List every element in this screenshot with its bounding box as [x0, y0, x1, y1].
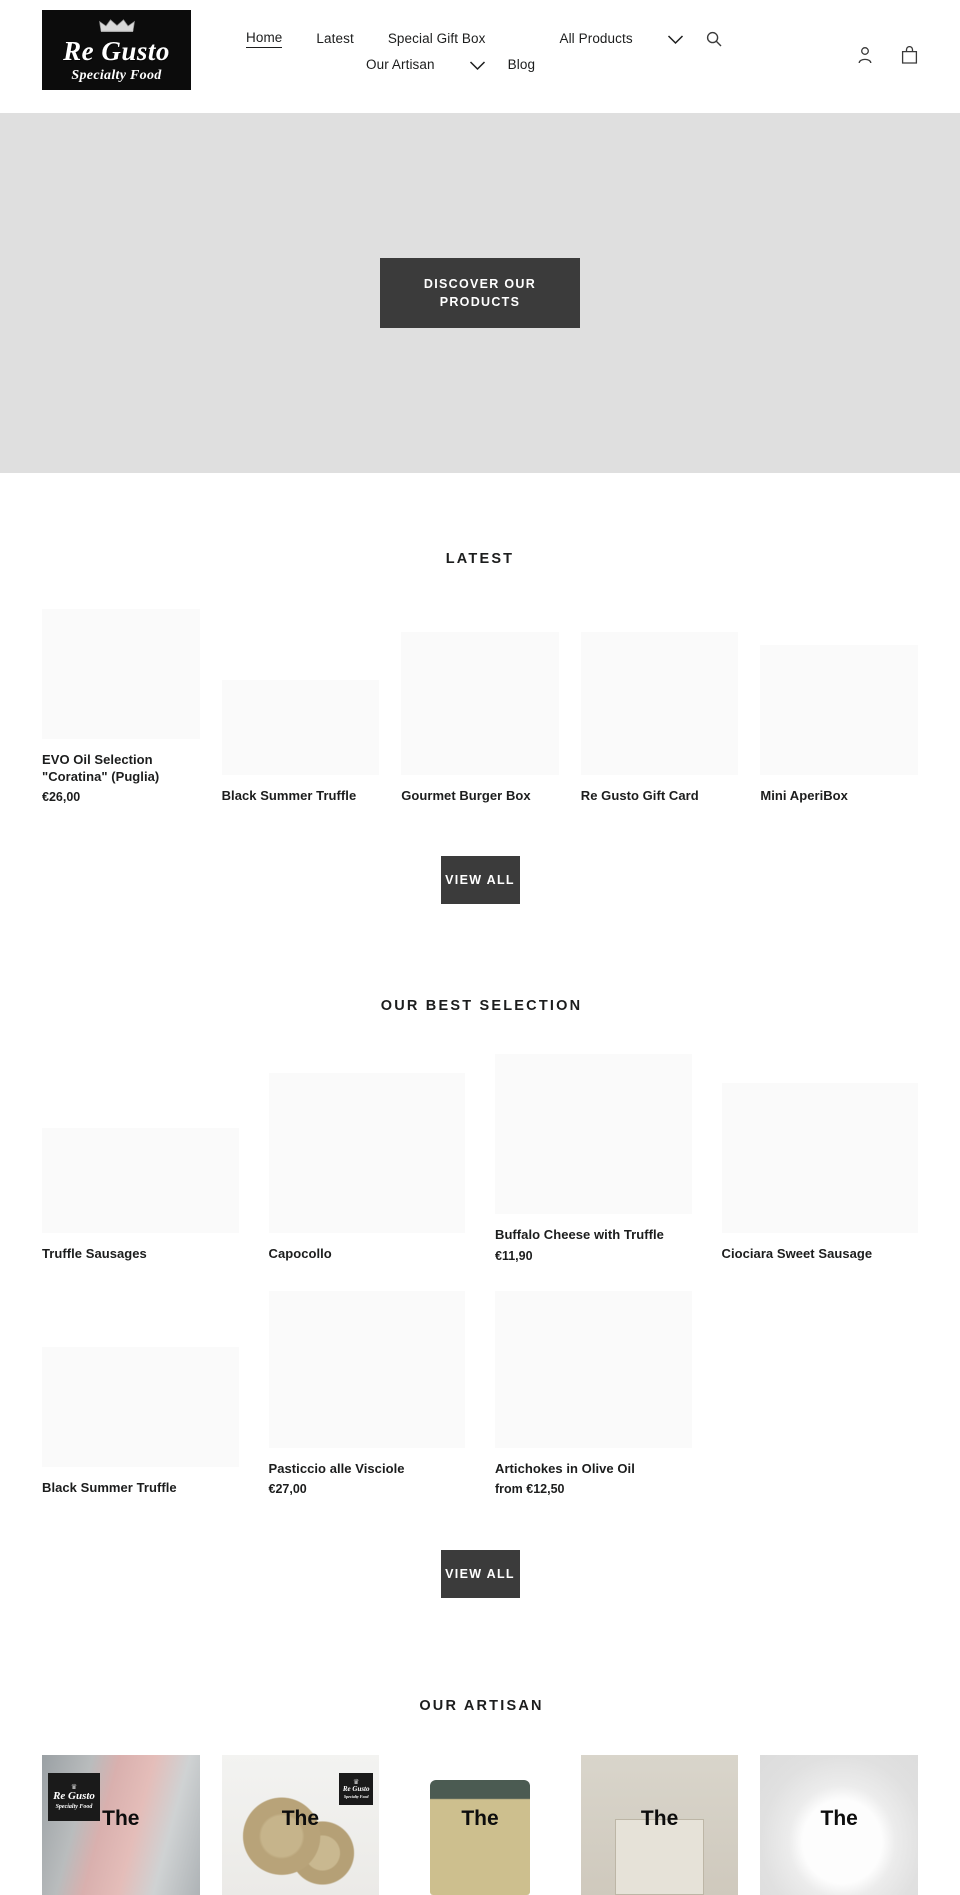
latest-section: LATEST EVO Oil Selection "Coratina" (Pug…: [0, 551, 960, 905]
artisan-card[interactable]: The: [760, 1754, 918, 1895]
logo-name: Re Gusto: [63, 36, 170, 67]
product-image[interactable]: [221, 680, 380, 776]
search-icon[interactable]: [706, 31, 722, 47]
jar-shape: [429, 1780, 531, 1895]
logo-name: Re Gusto: [342, 1784, 370, 1793]
product-title[interactable]: Buffalo Cheese with Truffle: [495, 1226, 692, 1243]
nav-item-blog[interactable]: Blog: [508, 57, 535, 74]
logo-tagline: Specialty Food: [55, 1803, 93, 1810]
product-card[interactable]: Pasticcio alle Visciole €27,00: [268, 1290, 466, 1496]
nav-row-primary: Home Latest Special Gift Box All Product…: [246, 30, 751, 48]
logo-tagline: Specialty Food: [71, 67, 162, 83]
best-selection-view-all-wrap: VIEW ALL: [42, 1549, 918, 1598]
artisan-image[interactable]: ♛ Re Gusto Specialty Food The: [42, 1754, 200, 1895]
latest-product-grid: EVO Oil Selection "Coratina" (Puglia) €26…: [42, 609, 918, 804]
product-title[interactable]: Black Summer Truffle: [42, 1479, 239, 1496]
product-card[interactable]: Black Summer Truffle: [221, 680, 380, 804]
nav-item-home[interactable]: Home: [246, 30, 283, 48]
artisan-grid: ♛ Re Gusto Specialty Food The ♛ Re Gusto Speci…: [42, 1754, 918, 1895]
header-actions: [857, 46, 918, 64]
artisan-image[interactable]: The: [401, 1755, 559, 1895]
latest-view-all-wrap: VIEW ALL: [42, 856, 918, 905]
product-price: €27,00: [268, 1481, 307, 1496]
cart-icon[interactable]: [901, 46, 918, 64]
nav-item-all-products[interactable]: All Products: [559, 31, 632, 48]
artisan-card[interactable]: The: [580, 1754, 739, 1895]
product-title[interactable]: Gourmet Burger Box: [401, 787, 559, 804]
artisan-image[interactable]: The: [580, 1754, 739, 1895]
product-image[interactable]: [495, 1054, 692, 1215]
brand-watermark-logo: ♛ Re Gusto Specialty Food: [339, 1772, 374, 1805]
artisan-image[interactable]: ♛ Re Gusto Specialty Food The: [221, 1754, 380, 1895]
product-title[interactable]: Truffle Sausages: [42, 1245, 239, 1262]
best-selection-heading: OUR BEST SELECTION: [380, 998, 583, 1015]
artisan-card[interactable]: ♛ Re Gusto Specialty Food The: [42, 1754, 200, 1895]
product-price: €11,90: [495, 1248, 533, 1263]
nav-row-secondary: Our Artisan Blog: [246, 57, 751, 74]
product-image[interactable]: [268, 1290, 465, 1448]
artisan-image[interactable]: The: [760, 1754, 918, 1895]
product-card[interactable]: Truffle Sausages: [42, 1128, 239, 1262]
product-image[interactable]: [580, 632, 739, 776]
main-navigation: Home Latest Special Gift Box All Product…: [191, 0, 751, 74]
product-card[interactable]: Gourmet Burger Box: [401, 632, 559, 804]
artisan-title: The: [102, 1806, 140, 1830]
product-card[interactable]: Mini AperiBox: [760, 645, 918, 804]
logo-name: Re Gusto: [53, 1789, 95, 1802]
product-card[interactable]: Black Summer Truffle: [42, 1346, 239, 1496]
product-card[interactable]: Re Gusto Gift Card: [580, 632, 739, 804]
product-image[interactable]: [721, 1083, 918, 1234]
product-image[interactable]: [42, 1346, 239, 1467]
product-image[interactable]: [495, 1290, 692, 1448]
artisan-card[interactable]: The: [401, 1755, 559, 1895]
product-image[interactable]: [760, 645, 918, 776]
artisan-title: The: [640, 1806, 679, 1830]
product-title[interactable]: Re Gusto Gift Card: [581, 787, 739, 804]
brand-watermark-logo: ♛ Re Gusto Specialty Food: [48, 1772, 100, 1821]
product-card[interactable]: Buffalo Cheese with Truffle €11,90: [495, 1054, 692, 1263]
site-header: Re Gusto Specialty Food Home Latest Spec…: [0, 0, 960, 113]
product-price: from €12,50: [495, 1481, 565, 1496]
product-title[interactable]: Capocollo: [269, 1245, 466, 1262]
product-card[interactable]: Capocollo: [268, 1073, 466, 1262]
site-logo[interactable]: Re Gusto Specialty Food: [42, 10, 191, 90]
artisan-title: The: [820, 1806, 858, 1830]
best-selection-section: OUR BEST SELECTION Truffle Sausages Capoc…: [0, 998, 960, 1598]
artisan-card[interactable]: ♛ Re Gusto Specialty Food The: [221, 1754, 380, 1895]
product-title[interactable]: Ciociara Sweet Sausage: [722, 1245, 919, 1262]
best-selection-grid-row2: Black Summer Truffle Pasticcio alle Visci…: [42, 1290, 918, 1496]
product-image[interactable]: [268, 1073, 465, 1234]
hero-banner: DISCOVER OUR PRODUCTS: [0, 113, 960, 473]
product-title[interactable]: Pasticcio alle Visciole: [269, 1460, 466, 1477]
nav-item-special-gift-box[interactable]: Special Gift Box: [388, 31, 486, 48]
product-image[interactable]: [42, 1128, 239, 1234]
artisan-title: The: [281, 1806, 320, 1830]
artisan-heading: OUR ARTISAN: [419, 1697, 544, 1714]
product-title[interactable]: Artichokes in Olive Oil: [495, 1460, 692, 1477]
product-image[interactable]: [42, 609, 200, 739]
product-card[interactable]: EVO Oil Selection "Coratina" (Puglia) €26…: [42, 609, 200, 804]
product-card[interactable]: Ciociara Sweet Sausage: [721, 1083, 919, 1262]
latest-heading: LATEST: [445, 551, 515, 567]
product-title[interactable]: EVO Oil Selection "Coratina" (Puglia): [42, 751, 200, 785]
artisan-section: OUR ARTISAN ♛ Re Gusto Specialty Food The ♛ R…: [0, 1698, 960, 1895]
chevron-down-icon[interactable]: [469, 60, 486, 71]
logo-tagline: Specialty Food: [343, 1793, 369, 1799]
product-image[interactable]: [401, 632, 559, 776]
chevron-down-icon[interactable]: [667, 34, 684, 45]
nav-item-our-artisan[interactable]: Our Artisan: [366, 57, 435, 74]
best-selection-view-all-button[interactable]: VIEW ALL: [440, 1549, 520, 1598]
nav-item-latest[interactable]: Latest: [316, 31, 353, 48]
product-card[interactable]: Artichokes in Olive Oil from €12,50: [495, 1290, 692, 1496]
best-selection-grid-row1: Truffle Sausages Capocollo Buffalo Cheese …: [42, 1054, 919, 1263]
latest-view-all-button[interactable]: VIEW ALL: [440, 856, 520, 905]
artisan-title: The: [461, 1806, 499, 1830]
crown-icon: [98, 19, 135, 36]
discover-products-button[interactable]: DISCOVER OUR PRODUCTS: [380, 257, 580, 329]
account-icon[interactable]: [857, 46, 873, 64]
logo-box: Re Gusto Specialty Food: [42, 10, 191, 90]
product-title[interactable]: Mini AperiBox: [760, 787, 918, 804]
product-price: €26,00: [42, 790, 81, 805]
product-title[interactable]: Black Summer Truffle: [222, 787, 380, 804]
